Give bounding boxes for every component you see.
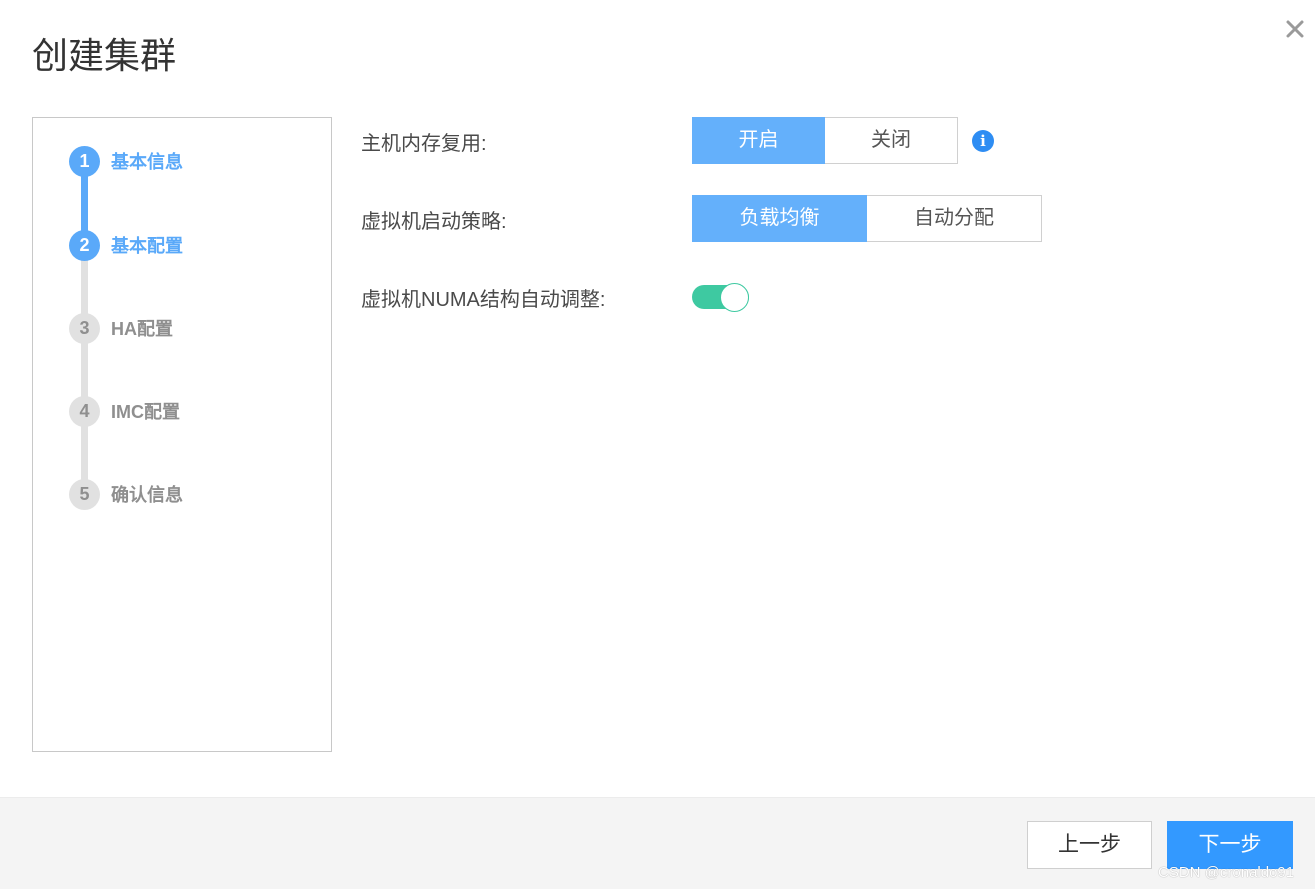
- step-label: 基本配置: [111, 236, 183, 256]
- step-number: 3: [69, 313, 100, 344]
- step-number: 5: [69, 479, 100, 510]
- step-ha-config[interactable]: 3 HA配置: [69, 313, 289, 347]
- dialog-footer: 上一步 下一步: [0, 797, 1315, 889]
- create-cluster-dialog: 创建集群 1 基本信息 2 基本配置 3 HA配置 4 IMC配置 5 确认信息: [0, 0, 1315, 889]
- step-number: 2: [69, 230, 100, 261]
- steps-panel: 1 基本信息 2 基本配置 3 HA配置 4 IMC配置 5 确认信息: [32, 117, 332, 752]
- step-label: 确认信息: [111, 485, 183, 505]
- step-confirm-info[interactable]: 5 确认信息: [69, 479, 289, 513]
- vm-start-policy-label: 虚拟机启动策略:: [361, 211, 507, 233]
- memory-reuse-on-option[interactable]: 开启: [692, 117, 825, 164]
- memory-reuse-label: 主机内存复用:: [361, 133, 487, 155]
- memory-reuse-off-option[interactable]: 关闭: [825, 117, 958, 164]
- step-track-pending: [81, 246, 88, 496]
- step-basic-config[interactable]: 2 基本配置: [69, 230, 289, 264]
- info-icon[interactable]: i: [972, 130, 994, 152]
- policy-load-balance-option[interactable]: 负载均衡: [692, 195, 867, 242]
- step-number: 4: [69, 396, 100, 427]
- next-step-button[interactable]: 下一步: [1167, 821, 1293, 869]
- step-label: 基本信息: [111, 152, 183, 172]
- watermark: CSDN @cronaldo91: [1158, 864, 1295, 881]
- previous-step-button[interactable]: 上一步: [1027, 821, 1152, 869]
- dialog-title: 创建集群: [32, 35, 177, 76]
- step-basic-info[interactable]: 1 基本信息: [69, 146, 289, 180]
- step-label: HA配置: [111, 319, 173, 339]
- policy-auto-assign-option[interactable]: 自动分配: [867, 195, 1042, 242]
- step-label: IMC配置: [111, 402, 180, 422]
- vm-start-policy-segmented: 负载均衡 自动分配: [692, 195, 1042, 242]
- close-icon[interactable]: [1282, 16, 1308, 42]
- numa-auto-adjust-label: 虚拟机NUMA结构自动调整:: [361, 289, 606, 311]
- toggle-knob: [720, 283, 749, 312]
- numa-auto-adjust-toggle[interactable]: [692, 283, 749, 312]
- step-number: 1: [69, 146, 100, 177]
- step-imc-config[interactable]: 4 IMC配置: [69, 396, 289, 430]
- memory-reuse-segmented: 开启 关闭: [692, 117, 958, 164]
